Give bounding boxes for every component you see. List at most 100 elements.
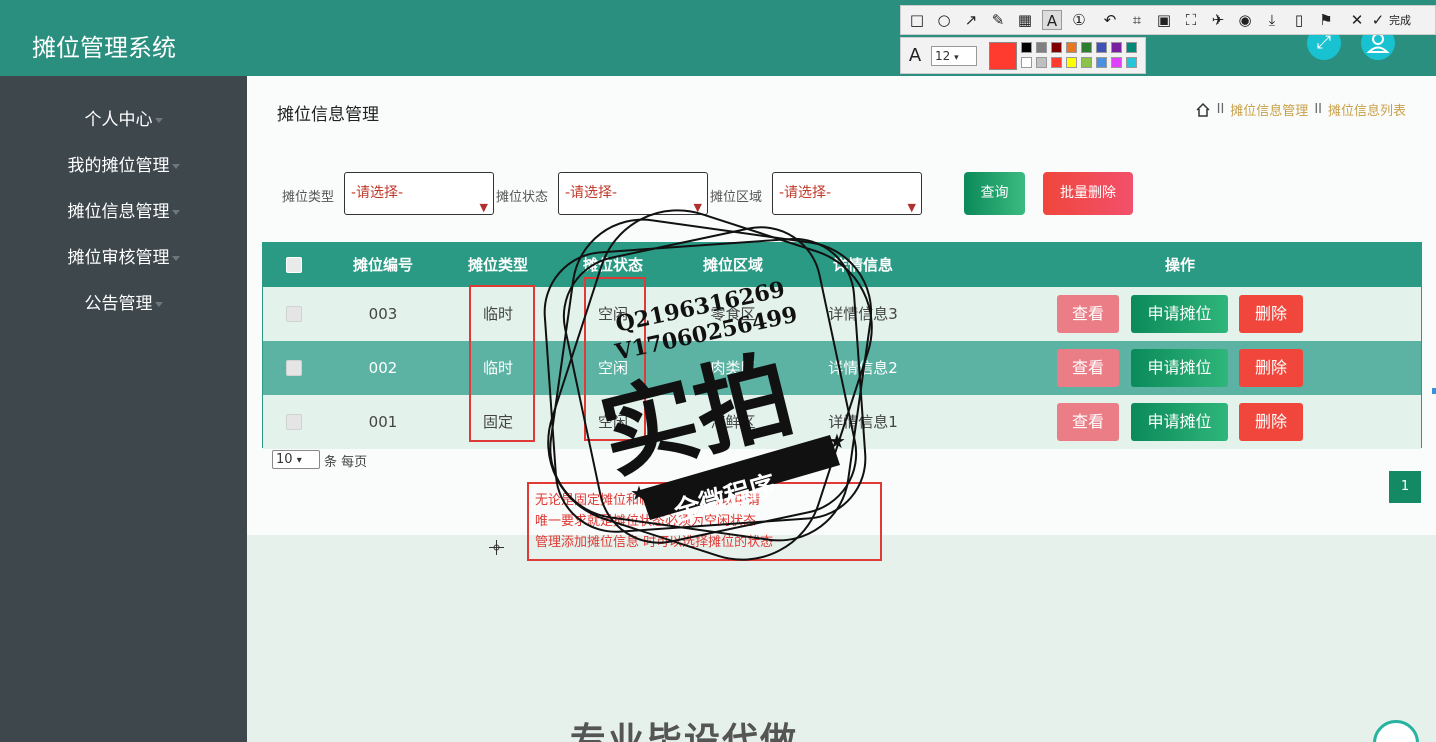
breadcrumb: II 摊位信息管理 II 摊位信息列表	[1195, 100, 1406, 119]
number-tool-icon[interactable]: ①	[1069, 10, 1089, 30]
apply-stall-button[interactable]: 申请摊位	[1131, 403, 1228, 441]
chevron-down-icon: ▼	[907, 201, 916, 214]
stall-type-select[interactable]: -请选择- ▼	[344, 172, 494, 215]
text-style-toolbar: A 12 ▾	[900, 37, 1146, 74]
ellipse-tool-icon[interactable]: ○	[934, 10, 954, 30]
header-code[interactable]: 摊位编号	[323, 243, 443, 287]
annotation-textbox: 无论是固定摊位和临时摊位 都可以申请 唯一要求就是摊位状态必须为空闲状态 管理添…	[527, 482, 882, 561]
annotation-rect	[469, 285, 535, 442]
current-color-swatch[interactable]	[989, 42, 1017, 70]
stall-type-label: 摊位类型	[282, 190, 335, 205]
caret-down-icon	[171, 255, 180, 261]
color-swatch[interactable]	[1051, 42, 1062, 53]
stall-status-select[interactable]: -请选择- ▼	[558, 172, 708, 215]
stall-area-select[interactable]: -请选择- ▼	[772, 172, 922, 215]
color-swatch[interactable]	[1036, 57, 1047, 68]
record-icon[interactable]: ◉	[1235, 10, 1255, 30]
page-size-select[interactable]: 10 ▾	[272, 450, 320, 469]
done-button[interactable]: 完成	[1389, 12, 1411, 28]
color-swatch[interactable]	[1066, 57, 1077, 68]
batch-delete-button[interactable]: 批量删除	[1043, 172, 1133, 215]
page-number-button[interactable]: 1	[1389, 471, 1421, 503]
view-button[interactable]: 查看	[1057, 349, 1119, 387]
crosshair-cursor-icon	[489, 540, 504, 555]
caret-down-icon	[171, 163, 180, 169]
delete-button[interactable]: 删除	[1239, 403, 1303, 441]
page-size-suffix: 条 每页	[324, 455, 368, 470]
main-panel: 摊位信息管理 II 摊位信息管理 II 摊位信息列表 摊位类型 -请选择- ▼ 摊…	[247, 76, 1436, 535]
arrow-tool-icon[interactable]: ↗	[961, 10, 981, 30]
header-type[interactable]: 摊位类型	[443, 243, 553, 287]
home-icon[interactable]	[1195, 102, 1211, 118]
back-to-top-button[interactable]	[1373, 720, 1419, 742]
color-swatch[interactable]	[1021, 42, 1032, 53]
sidebar-item-announcements[interactable]: 公告管理	[0, 289, 247, 319]
query-button[interactable]: 查询	[964, 172, 1025, 215]
color-swatch[interactable]	[1111, 57, 1122, 68]
table-header: 摊位编号 摊位类型 摊位状态 摊位区域 详情信息 操作	[263, 243, 1421, 287]
color-swatch[interactable]	[1021, 57, 1032, 68]
apply-stall-button[interactable]: 申请摊位	[1131, 295, 1228, 333]
download-icon[interactable]: ⤓	[1262, 10, 1282, 30]
stall-status-label: 摊位状态	[496, 190, 549, 205]
chevron-down-icon: ▼	[479, 201, 488, 214]
chevron-down-icon: ▼	[693, 201, 702, 214]
sidebar-item-stall-info[interactable]: 摊位信息管理	[0, 197, 247, 227]
header-area[interactable]: 摊位区域	[673, 243, 793, 287]
header-actions: 操作	[1164, 256, 1195, 274]
page-title: 摊位信息管理	[277, 105, 379, 125]
row-checkbox[interactable]	[286, 414, 302, 430]
header-detail[interactable]: 详情信息	[793, 243, 933, 287]
scan-icon[interactable]: ⛶	[1181, 10, 1201, 30]
rectangle-tool-icon[interactable]: □	[907, 10, 927, 30]
table-row: 002 临时 空闲 肉类区 详情信息2 查看 申请摊位 删除	[263, 341, 1421, 395]
apply-stall-button[interactable]: 申请摊位	[1131, 349, 1228, 387]
color-swatch[interactable]	[1126, 42, 1137, 53]
color-swatch[interactable]	[1066, 42, 1077, 53]
color-swatch[interactable]	[1111, 42, 1122, 53]
sidebar-item-personal-center[interactable]: 个人中心	[0, 105, 247, 135]
breadcrumb-level2[interactable]: 摊位信息列表	[1328, 100, 1406, 119]
sidebar: 个人中心 我的摊位管理 摊位信息管理 摊位审核管理 公告管理	[0, 76, 247, 742]
sidebar-item-my-stalls[interactable]: 我的摊位管理	[0, 151, 247, 181]
font-size-select[interactable]: 12 ▾	[931, 46, 977, 66]
app-title: 摊位管理系统	[32, 34, 176, 62]
mosaic-tool-icon[interactable]: ▦	[1015, 10, 1035, 30]
crop-icon[interactable]: ⌗	[1127, 10, 1147, 30]
undo-icon[interactable]: ↶	[1100, 10, 1120, 30]
row-checkbox[interactable]	[286, 360, 302, 376]
view-button[interactable]: 查看	[1057, 403, 1119, 441]
color-swatch[interactable]	[1096, 57, 1107, 68]
font-icon: A	[908, 45, 922, 66]
annotation-rect	[584, 277, 646, 441]
delete-button[interactable]: 删除	[1239, 349, 1303, 387]
select-all-checkbox[interactable]	[286, 257, 302, 273]
text-tool-icon[interactable]: A	[1042, 10, 1062, 30]
color-swatch[interactable]	[1126, 57, 1137, 68]
stall-table: 摊位编号 摊位类型 摊位状态 摊位区域 详情信息 操作 003 临时 空闲 零食…	[262, 242, 1422, 449]
color-swatch[interactable]	[1081, 42, 1092, 53]
check-icon[interactable]: ✓	[1371, 10, 1385, 30]
view-button[interactable]: 查看	[1057, 295, 1119, 333]
pin-icon[interactable]: ✈	[1208, 10, 1228, 30]
close-icon[interactable]: ✕	[1347, 10, 1367, 30]
color-swatch[interactable]	[1036, 42, 1047, 53]
ocr-icon[interactable]: ▣	[1154, 10, 1174, 30]
stall-area-label: 摊位区域	[710, 190, 763, 205]
row-checkbox[interactable]	[286, 306, 302, 322]
bottom-banner-text: 专业毕设代做	[570, 721, 799, 742]
pen-tool-icon[interactable]: ✎	[988, 10, 1008, 30]
table-row: 001 固定 空闲 海鲜区 详情信息1 查看 申请摊位 删除	[263, 395, 1421, 449]
caret-down-icon	[171, 209, 180, 215]
table-row: 003 临时 空闲 零食区 详情信息3 查看 申请摊位 删除	[263, 287, 1421, 341]
delete-button[interactable]: 删除	[1239, 295, 1303, 333]
sidebar-item-stall-review[interactable]: 摊位审核管理	[0, 243, 247, 273]
screenshot-toolbar: □ ○ ↗ ✎ ▦ A ① ↶ ⌗ ▣ ⛶ ✈ ◉ ⤓ ▯ ⚑ ✕ ✓ 完成	[900, 5, 1436, 35]
caret-down-icon	[154, 301, 163, 307]
color-swatch[interactable]	[1096, 42, 1107, 53]
phone-icon[interactable]: ▯	[1289, 10, 1309, 30]
color-swatch[interactable]	[1081, 57, 1092, 68]
color-swatch[interactable]	[1051, 57, 1062, 68]
breadcrumb-level1[interactable]: 摊位信息管理	[1230, 100, 1308, 119]
bookmark-icon[interactable]: ⚑	[1316, 10, 1336, 30]
